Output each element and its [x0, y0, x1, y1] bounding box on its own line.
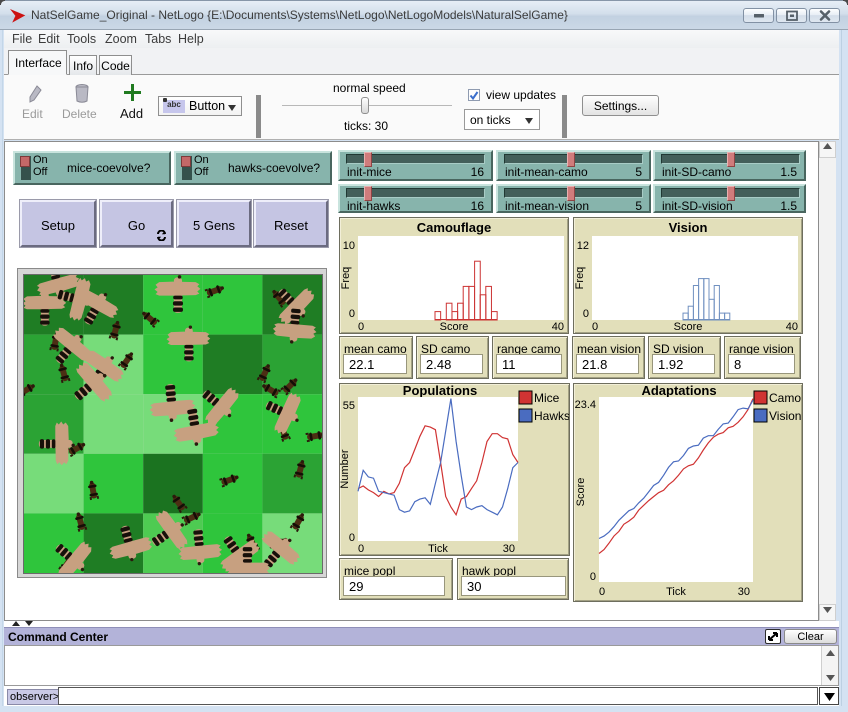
svg-text:Number: Number	[340, 449, 351, 488]
svg-text:10: 10	[343, 240, 355, 252]
svg-text:Camouflage: Camouflage	[417, 220, 491, 235]
svg-text:Score: Score	[440, 321, 469, 333]
svg-text:Populations: Populations	[403, 384, 477, 398]
svg-text:0: 0	[599, 586, 605, 598]
svg-text:23.4: 23.4	[575, 399, 596, 411]
svg-text:Vision: Vision	[669, 220, 708, 235]
svg-text:0: 0	[358, 543, 364, 555]
svg-text:Freq: Freq	[574, 267, 586, 290]
svg-text:0: 0	[349, 532, 355, 544]
svg-text:40: 40	[552, 321, 564, 333]
svg-text:Tick: Tick	[666, 586, 686, 598]
svg-text:Score: Score	[575, 478, 587, 507]
svg-text:Freq: Freq	[340, 267, 352, 290]
svg-text:30: 30	[503, 543, 515, 555]
svg-text:0: 0	[583, 308, 589, 320]
svg-text:Tick: Tick	[428, 543, 448, 555]
svg-text:Vision: Vision	[769, 409, 801, 423]
svg-text:Camo: Camo	[769, 391, 801, 405]
svg-text:30: 30	[738, 586, 750, 598]
svg-text:0: 0	[358, 321, 364, 333]
svg-text:12: 12	[577, 240, 589, 252]
svg-text:0: 0	[592, 321, 598, 333]
svg-text:40: 40	[786, 321, 798, 333]
svg-text:0: 0	[590, 571, 596, 583]
svg-text:Mice: Mice	[534, 391, 560, 405]
svg-text:55: 55	[343, 400, 355, 412]
svg-text:0: 0	[349, 308, 355, 320]
svg-text:Adaptations: Adaptations	[641, 384, 716, 398]
svg-text:Score: Score	[674, 321, 703, 333]
svg-text:Hawks: Hawks	[534, 409, 569, 423]
